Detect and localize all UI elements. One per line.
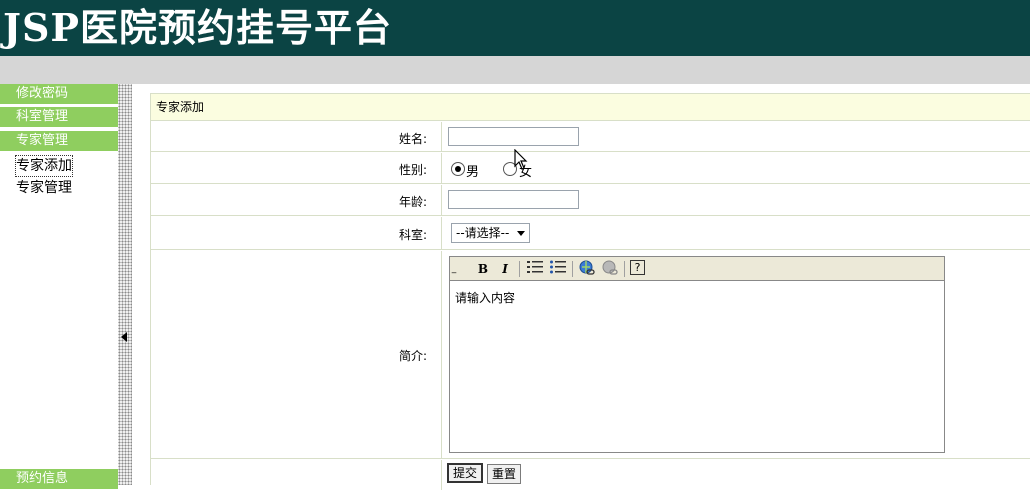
remove-link-icon[interactable] <box>601 260 619 278</box>
editor-content[interactable]: 请输入内容 <box>455 289 515 306</box>
department-label: 科室: <box>398 228 427 242</box>
department-select[interactable]: --请选择-- <box>451 223 530 243</box>
toolbar-collapse-icon[interactable]: _ <box>450 260 458 278</box>
app-title: JSP医院预约挂号平台 <box>3 5 392 50</box>
sidebar-item-expert-management[interactable]: 专家管理 <box>0 131 118 151</box>
top-bar <box>0 56 1030 84</box>
sidebar-subitem-expert-add[interactable]: 专家添加 <box>15 155 73 177</box>
panel-title: 专家添加 <box>151 94 1030 121</box>
gender-label: 性别: <box>398 163 427 177</box>
form-row-gender: 性别: 男 女 <box>151 153 1030 184</box>
sidebar: 修改密码 科室管理 专家管理 专家添加 专家管理 预约信息 <box>0 84 118 489</box>
help-icon[interactable]: ? <box>630 260 645 275</box>
age-label: 年龄: <box>398 195 427 209</box>
expert-add-panel: 专家添加 姓名: 性别: 男 女 年龄: 科室: --请选择-- 简介: _ B… <box>150 93 1030 490</box>
form-row-name: 姓名: <box>151 122 1030 152</box>
app-header: JSP医院预约挂号平台 <box>0 0 1030 56</box>
sidebar-splitter[interactable] <box>118 84 132 485</box>
gender-male-label[interactable]: 男 <box>466 161 479 180</box>
submit-button[interactable]: 提交 <box>447 463 484 483</box>
chevron-down-icon <box>517 231 525 236</box>
form-row-intro: 简介: _ B I ? 请输入内容 <box>151 251 1030 459</box>
department-select-value: --请选择-- <box>456 226 510 240</box>
unordered-list-icon[interactable] <box>549 260 567 278</box>
form-row-age: 年龄: <box>151 185 1030 216</box>
ordered-list-icon[interactable] <box>526 260 544 278</box>
sidebar-item-change-password[interactable]: 修改密码 <box>0 84 118 104</box>
sidebar-subitem-expert-manage[interactable]: 专家管理 <box>16 178 72 198</box>
editor-toolbar: _ B I ? <box>450 257 944 281</box>
form-row-actions: 提交 重置 <box>151 460 1030 490</box>
gender-male-radio[interactable] <box>451 162 465 176</box>
sidebar-item-appointment-info[interactable]: 预约信息 <box>0 469 118 489</box>
name-input[interactable] <box>448 127 579 146</box>
age-input[interactable] <box>448 190 579 209</box>
bold-icon[interactable]: B <box>474 260 492 278</box>
sidebar-item-department-management[interactable]: 科室管理 <box>0 107 118 127</box>
collapse-arrow-icon[interactable] <box>121 332 127 342</box>
reset-button[interactable]: 重置 <box>487 464 522 484</box>
form-row-department: 科室: --请选择-- <box>151 217 1030 250</box>
rich-text-editor[interactable]: _ B I ? 请输入内容 <box>449 256 945 453</box>
insert-link-icon[interactable] <box>578 260 596 278</box>
intro-label: 简介: <box>398 349 427 363</box>
mouse-cursor-icon <box>514 148 528 175</box>
italic-icon[interactable]: I <box>496 260 514 278</box>
name-label: 姓名: <box>398 132 427 146</box>
